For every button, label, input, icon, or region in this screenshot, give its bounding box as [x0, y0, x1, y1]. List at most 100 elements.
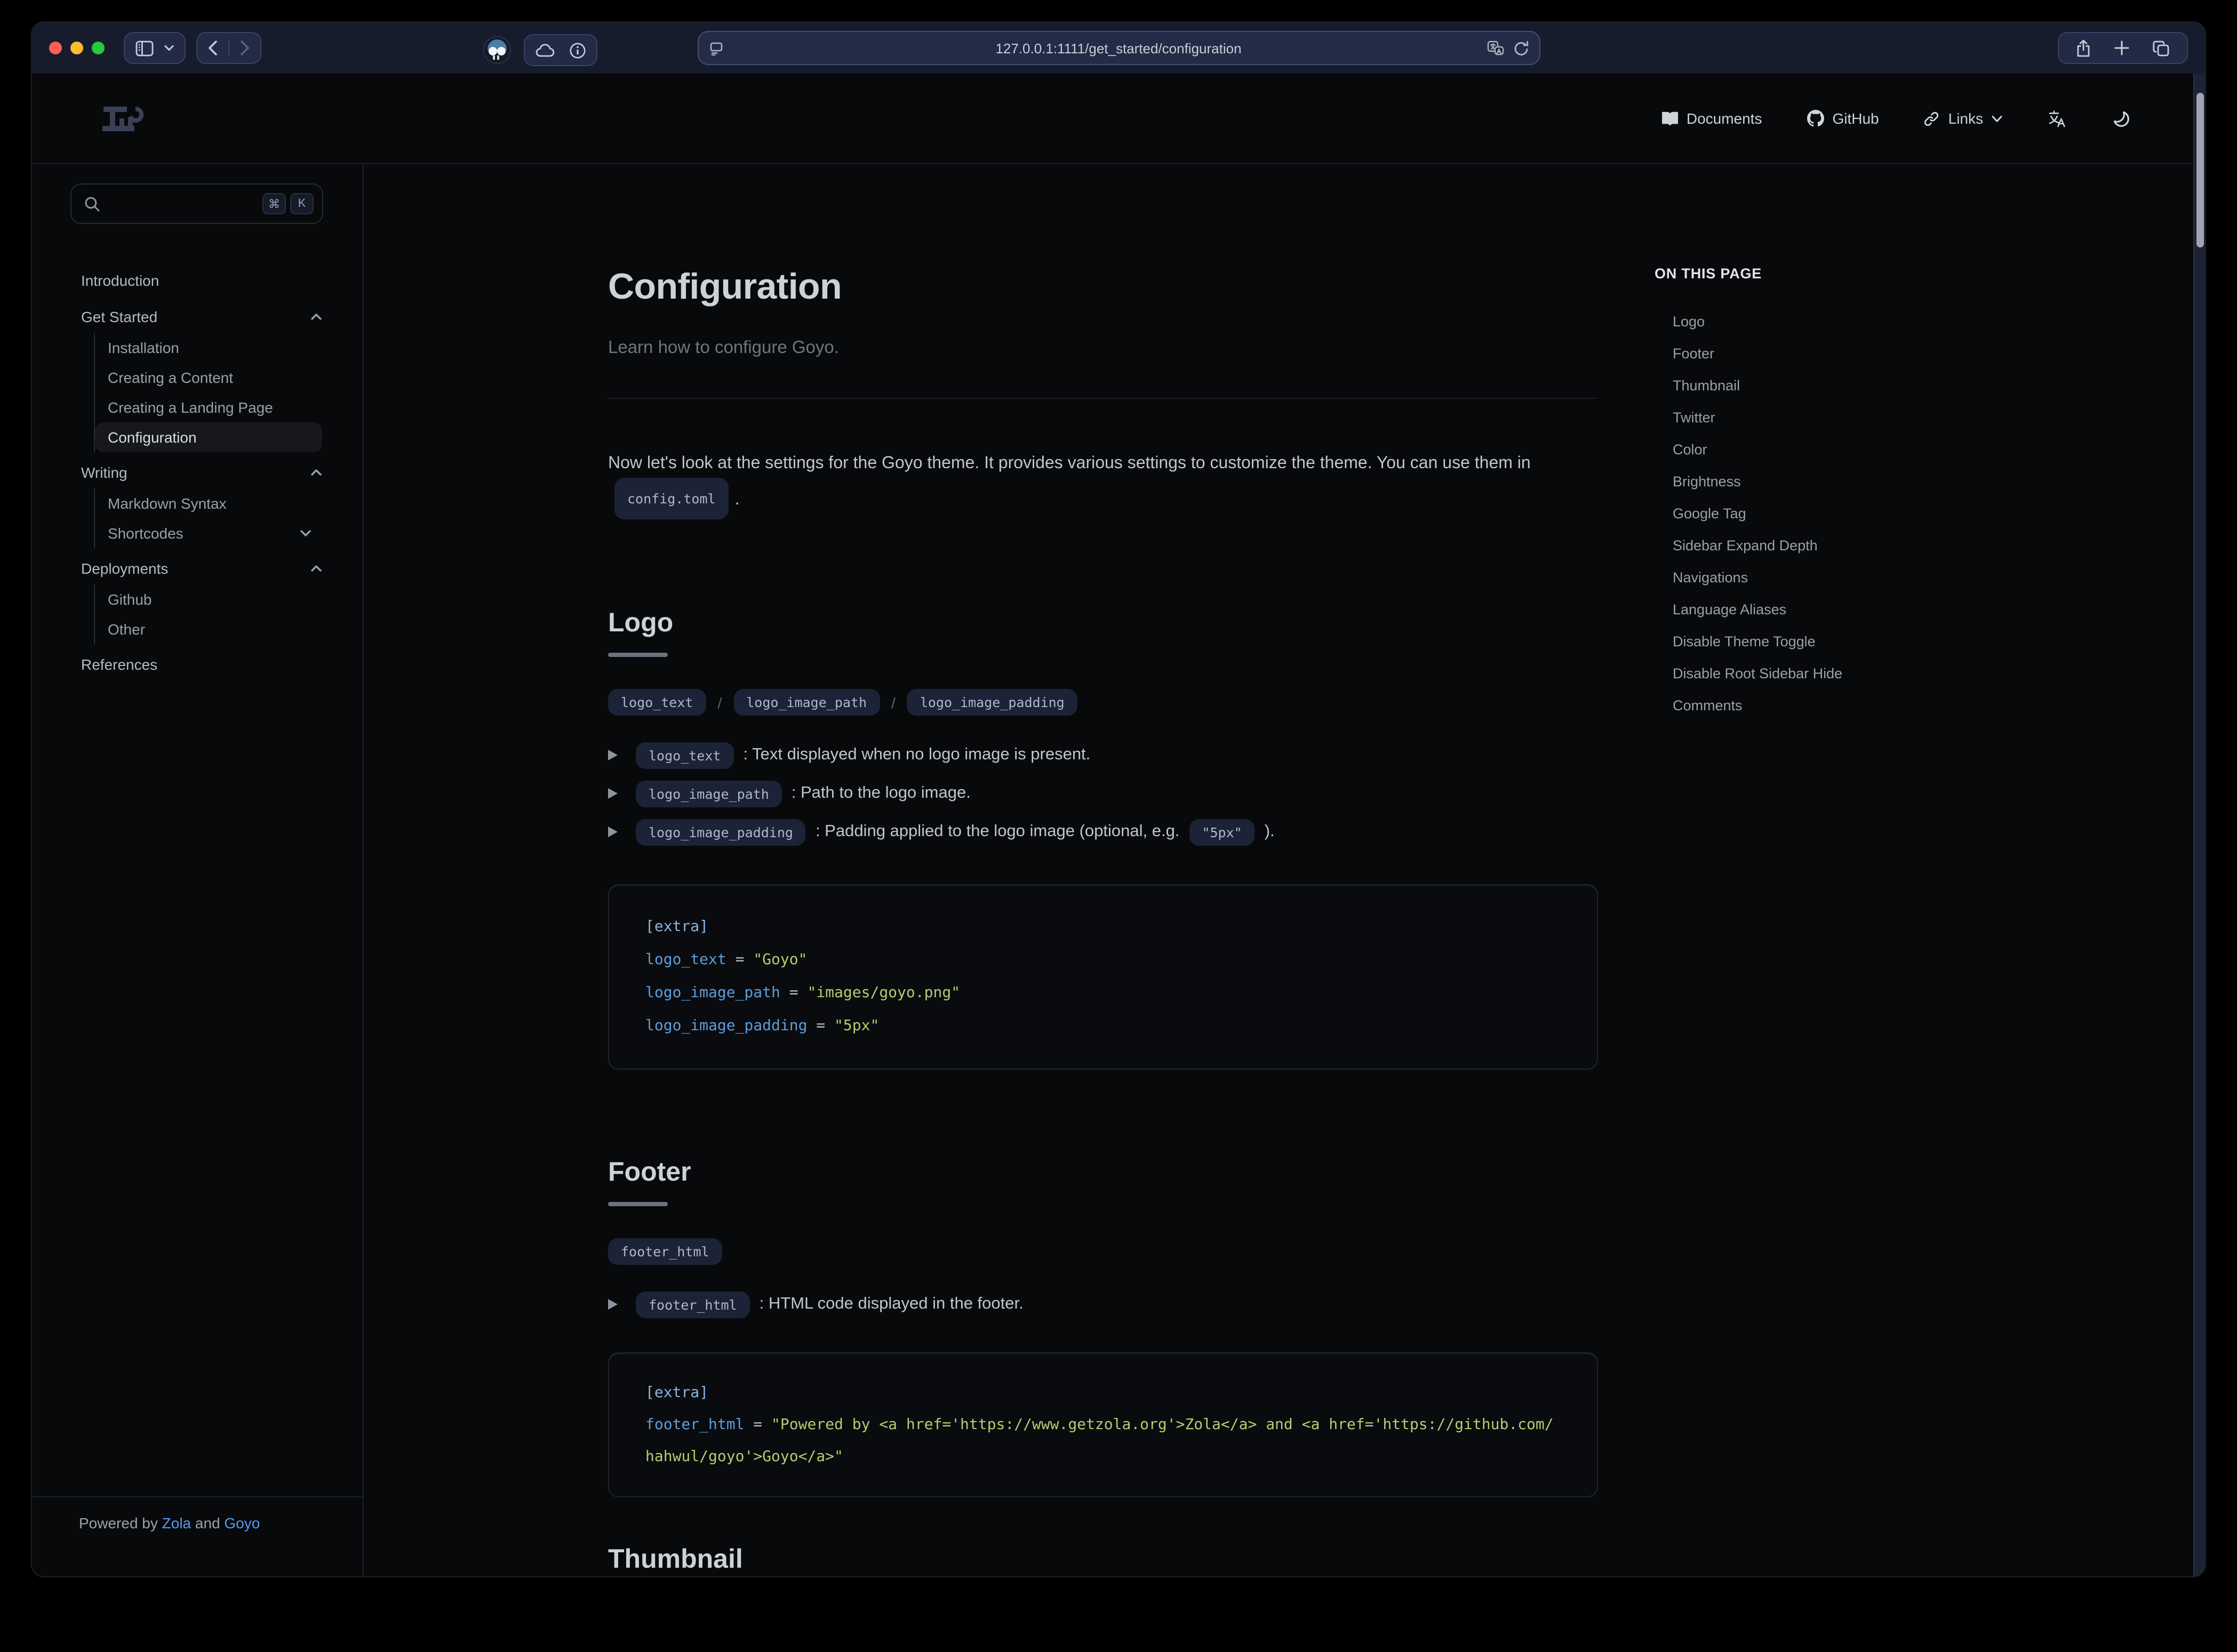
zola-link[interactable]: Zola — [162, 1514, 191, 1531]
minimize-window-button[interactable] — [70, 42, 83, 54]
sidebar-item-creating-a-content[interactable]: Creating a Content — [95, 363, 322, 392]
intro-paragraph: Now let's look at the settings for the G… — [608, 448, 1598, 520]
tab-overview-icon[interactable] — [2153, 40, 2170, 56]
toc-item-brightness[interactable]: Brightness — [1655, 465, 2193, 497]
address-bar[interactable]: 127.0.0.1:1111/get_started/configuration — [697, 31, 1540, 65]
sidebar-item-creating-a-landing-page[interactable]: Creating a Landing Page — [95, 392, 322, 422]
toc-item-disable-theme-toggle[interactable]: Disable Theme Toggle — [1655, 625, 2193, 657]
sidebar-item-label: Github — [108, 591, 152, 608]
sidebar-item-other[interactable]: Other — [95, 614, 322, 644]
sidebar-item-github[interactable]: Github — [95, 584, 322, 614]
cloud-info-group — [524, 34, 597, 66]
sidebar-item-markdown-syntax[interactable]: Markdown Syntax — [95, 488, 322, 518]
k-key-badge: K — [290, 193, 314, 214]
sidebar-item-writing[interactable]: Writing — [81, 456, 322, 488]
sidebar-subgroup: Github Other — [94, 584, 322, 644]
toc-item-disable-root-sidebar-hide[interactable]: Disable Root Sidebar Hide — [1655, 657, 2193, 689]
scrollbar-thumb[interactable] — [2196, 93, 2204, 247]
page-title: Configuration — [608, 266, 1598, 308]
badge-separator: / — [717, 694, 722, 711]
bullet-text: ). — [1265, 818, 1275, 846]
search-icon — [84, 196, 100, 212]
nav-documents[interactable]: Documents — [1662, 110, 1762, 127]
heading-underline — [608, 653, 668, 657]
search-box[interactable]: ⌘ K — [70, 183, 323, 224]
toc-item-navigations[interactable]: Navigations — [1655, 561, 2193, 593]
toc-item-logo[interactable]: Logo — [1655, 305, 2193, 337]
sidebar-item-label: Introduction — [81, 272, 159, 289]
toc-item-color[interactable]: Color — [1655, 433, 2193, 465]
code-block-logo[interactable]: [extra]logo_text = "Goyo"logo_image_path… — [608, 884, 1598, 1070]
main-content: Configuration Learn how to configure Goy… — [608, 164, 1598, 1576]
section-thumbnail: Thumbnail — [608, 1542, 1598, 1577]
reload-icon[interactable] — [1513, 40, 1528, 56]
sidebar-item-references[interactable]: References — [81, 648, 322, 680]
toc-item-google-tag[interactable]: Google Tag — [1655, 497, 2193, 529]
cmd-key-badge: ⌘ — [262, 193, 286, 214]
code-token-key: logo_image_padding — [645, 1017, 807, 1034]
info-icon[interactable] — [570, 42, 586, 58]
code-token-key: footer_html — [645, 1416, 744, 1433]
sidebar-item-configuration[interactable]: Configuration — [95, 422, 322, 452]
code-block-footer[interactable]: [extra]footer_html = "Powered by <a href… — [608, 1352, 1598, 1497]
language-switcher-button[interactable] — [2047, 109, 2067, 128]
bullet-item: footer_html: HTML code displayed in the … — [608, 1290, 1598, 1318]
zoom-window-button[interactable] — [92, 42, 105, 54]
translate-icon — [2047, 109, 2067, 128]
toc-list: LogoFooterThumbnailTwitterColorBrightnes… — [1655, 305, 2193, 721]
sidebar-item-installation[interactable]: Installation — [95, 333, 322, 363]
theme-toggle-button[interactable] — [2112, 109, 2130, 127]
sidebar-toggle-group[interactable] — [124, 32, 186, 64]
share-icon[interactable] — [2076, 39, 2091, 57]
triangle-bullet-icon — [608, 750, 618, 760]
sidebar-nav: Introduction Get Started Installation Creat… — [32, 264, 363, 680]
nav-github[interactable]: GitHub — [1807, 110, 1879, 127]
url-text[interactable]: 127.0.0.1:1111/get_started/configuration — [995, 40, 1241, 56]
section-footer: Footer footer_html footer_html: HTML cod… — [608, 1155, 1598, 1497]
toc-item-language-aliases[interactable]: Language Aliases — [1655, 593, 2193, 625]
toc-item-thumbnail[interactable]: Thumbnail — [1655, 369, 2193, 401]
reader-view-icon[interactable] — [709, 41, 723, 55]
sidebar-menu-chevron-icon[interactable] — [164, 45, 174, 51]
toc-item-sidebar-expand-depth[interactable]: Sidebar Expand Depth — [1655, 529, 2193, 561]
code-token-sec: [extra] — [645, 1384, 708, 1401]
search-input[interactable] — [109, 195, 262, 213]
code-line: logo_image_padding = "5px" — [645, 1010, 1561, 1043]
chevron-up-icon — [310, 312, 322, 321]
close-window-button[interactable] — [49, 42, 62, 54]
extension-avatar-icon[interactable] — [483, 36, 511, 64]
toolbar-separator — [228, 39, 229, 57]
scrollbar-track[interactable] — [2193, 74, 2205, 1576]
page-body: ⌘ K Introduction Get Started Installation C… — [32, 164, 2193, 1576]
param-badge: logo_image_path — [733, 689, 880, 716]
sidebar-item-shortcodes[interactable]: Shortcodes — [95, 518, 322, 548]
sidebar-item-deployments[interactable]: Deployments — [81, 552, 322, 584]
chevron-down-icon — [300, 529, 311, 538]
section-heading-footer: Footer — [608, 1155, 1598, 1189]
toc-item-twitter[interactable]: Twitter — [1655, 401, 2193, 433]
page-subtitle: Learn how to configure Goyo. — [608, 336, 1598, 359]
bullet-text: : Path to the logo image. — [792, 780, 971, 807]
sidebar-item-get-started[interactable]: Get Started — [81, 301, 322, 333]
code-token-str: "Goyo" — [753, 951, 807, 968]
back-button[interactable] — [208, 41, 218, 55]
sidebar-item-introduction[interactable]: Introduction — [81, 264, 322, 296]
site-logo[interactable] — [102, 103, 151, 133]
sidebar-item-label: Installation — [108, 339, 179, 356]
sidebar-item-label: Configuration — [108, 429, 197, 446]
forward-button[interactable] — [240, 41, 250, 55]
icloud-tab-icon[interactable] — [536, 43, 555, 57]
sidebar-toggle-icon[interactable] — [135, 40, 154, 56]
chevron-up-icon — [310, 564, 322, 573]
new-tab-icon[interactable] — [2114, 41, 2129, 55]
inline-code-badge: "5px" — [1189, 819, 1255, 845]
sidebar-item-label: Creating a Content — [108, 369, 233, 386]
browser-window: 127.0.0.1:1111/get_started/configuration — [31, 21, 2206, 1577]
sidebar-item-label: Markdown Syntax — [108, 495, 227, 512]
nav-links[interactable]: Links — [1924, 110, 2002, 127]
goyo-link[interactable]: Goyo — [224, 1514, 260, 1531]
translate-page-icon[interactable] — [1487, 41, 1504, 55]
powered-by-and: and — [195, 1514, 220, 1531]
toc-item-footer[interactable]: Footer — [1655, 337, 2193, 369]
toc-item-comments[interactable]: Comments — [1655, 689, 2193, 721]
